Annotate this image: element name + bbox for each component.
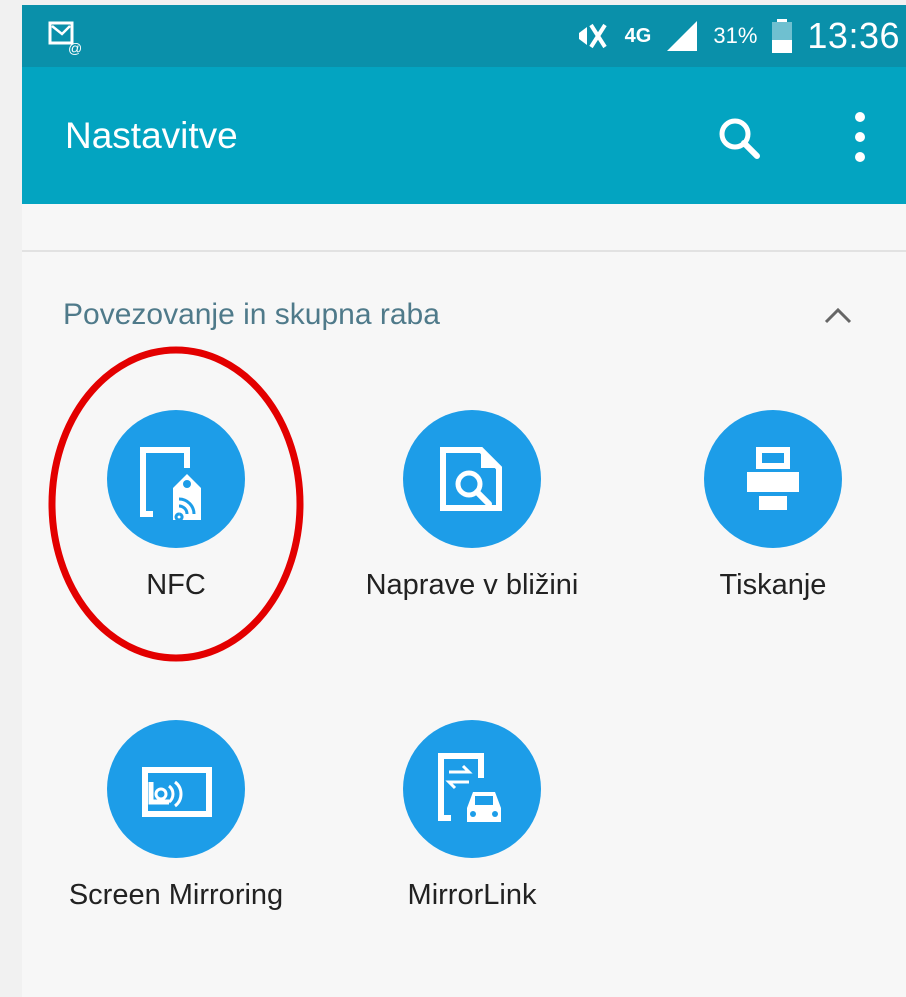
divider (22, 250, 906, 252)
tile-label: Screen Mirroring (68, 879, 284, 911)
more-vertical-icon[interactable] (848, 107, 872, 167)
tile-label: Naprave v bližini (365, 569, 579, 601)
search-icon[interactable] (716, 115, 762, 161)
device-search-icon (440, 447, 502, 511)
mute-vibrate-icon (578, 23, 607, 49)
tile-nearby-devices[interactable]: Naprave v bližini (342, 410, 602, 602)
network-type-label: 4G (624, 24, 652, 47)
tile-icon-circle (403, 720, 541, 858)
battery-percent: 31% (713, 23, 758, 48)
status-bar: @ 4G 31% 13:36 (22, 5, 906, 67)
mirrorlink-car-icon (438, 753, 501, 822)
svg-text:@: @ (68, 40, 82, 56)
email-notification-icon: @ (48, 21, 82, 56)
tile-screen-mirroring[interactable]: Screen Mirroring (46, 720, 306, 912)
printer-icon (747, 447, 799, 510)
tile-icon-circle (704, 410, 842, 548)
settings-screen: @ 4G 31% 13:36 Nastavitve Povezovanje in… (22, 5, 906, 997)
tile-icon-circle (403, 410, 541, 548)
app-bar: Nastavitve (22, 67, 906, 204)
tile-icon-circle (107, 410, 245, 548)
tile-nfc[interactable]: NFC (46, 410, 306, 602)
screen-mirroring-icon (142, 767, 212, 817)
signal-strength-icon (667, 21, 698, 51)
clock: 13:36 (807, 15, 900, 56)
tile-label: NFC (146, 569, 206, 601)
section-title: Povezovanje in skupna raba (63, 298, 440, 331)
tile-icon-circle (107, 720, 245, 858)
page-title: Nastavitve (65, 115, 238, 156)
nfc-tag-icon (140, 447, 201, 522)
chevron-up-icon[interactable] (824, 305, 852, 325)
tile-label: MirrorLink (407, 879, 537, 911)
battery-icon (772, 19, 793, 53)
tile-label: Tiskanje (719, 569, 827, 601)
tile-mirrorlink[interactable]: MirrorLink (342, 720, 602, 912)
tile-printing[interactable]: Tiskanje (643, 410, 903, 602)
